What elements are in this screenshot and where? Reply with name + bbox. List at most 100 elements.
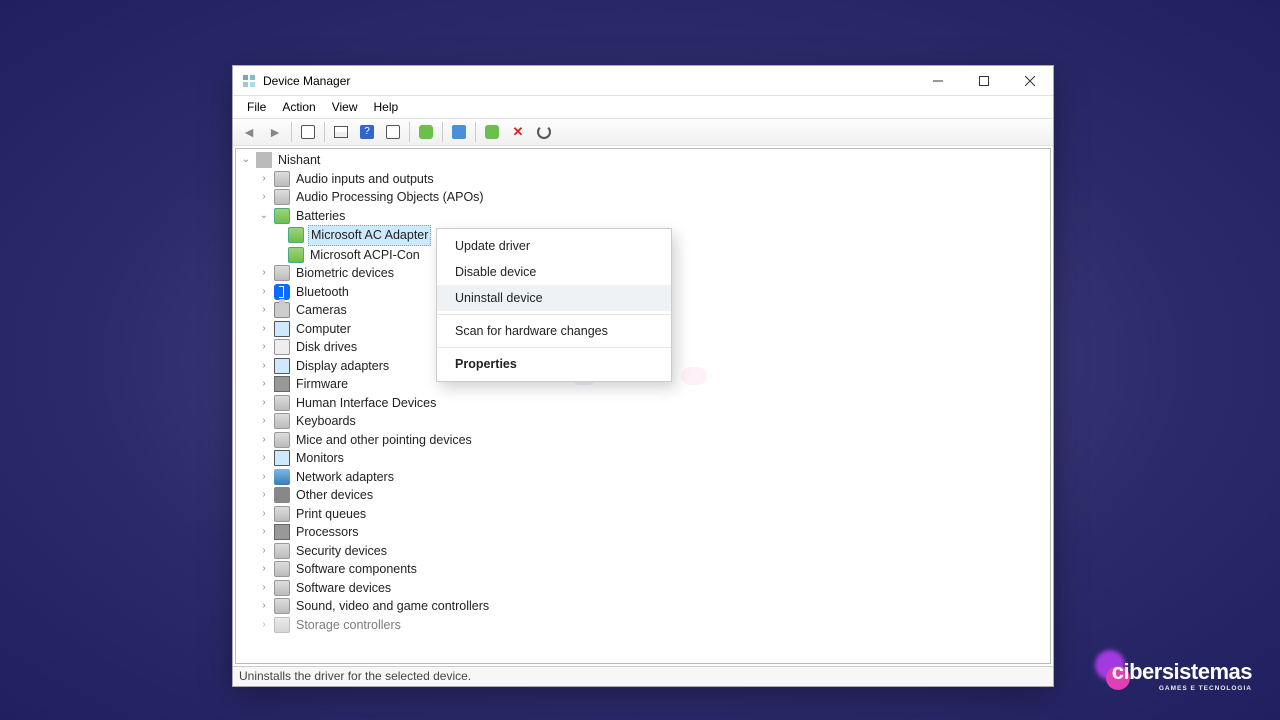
device-tree-container: ⌄ Nishant › Audio inputs and outputs › A… bbox=[235, 148, 1051, 664]
chevron-right-icon[interactable]: › bbox=[258, 267, 270, 279]
chevron-right-icon[interactable]: › bbox=[258, 600, 270, 612]
tree-category[interactable]: ›Other devices bbox=[240, 486, 1050, 505]
monitor-icon bbox=[274, 450, 290, 466]
chevron-right-icon[interactable]: › bbox=[258, 471, 270, 483]
tree-root[interactable]: ⌄ Nishant bbox=[240, 151, 1050, 170]
battery-icon bbox=[288, 247, 304, 263]
update-driver-toolbar-button[interactable] bbox=[414, 121, 438, 143]
scan-hardware-toolbar-button[interactable] bbox=[447, 121, 471, 143]
chevron-right-icon[interactable]: › bbox=[258, 582, 270, 594]
network-icon bbox=[274, 469, 290, 485]
chevron-right-icon[interactable]: › bbox=[258, 341, 270, 353]
menu-view[interactable]: View bbox=[324, 98, 366, 116]
processor-icon bbox=[274, 524, 290, 540]
uninstall-device-toolbar-button[interactable]: ✕ bbox=[506, 121, 530, 143]
tree-category[interactable]: ›Sound, video and game controllers bbox=[240, 597, 1050, 616]
tree-category[interactable]: ›Monitors bbox=[240, 449, 1050, 468]
chevron-down-icon[interactable]: ⌄ bbox=[258, 210, 270, 222]
show-hide-tree-button[interactable] bbox=[296, 121, 320, 143]
enable-icon bbox=[485, 125, 499, 139]
toolbar-sep bbox=[475, 122, 476, 142]
tree-category[interactable]: ›Mice and other pointing devices bbox=[240, 431, 1050, 450]
scan-changes-toolbar-button[interactable] bbox=[532, 121, 556, 143]
printer-icon bbox=[274, 506, 290, 522]
tree-category[interactable]: › Audio inputs and outputs bbox=[240, 170, 1050, 189]
chevron-down-icon[interactable]: ⌄ bbox=[240, 154, 252, 166]
properties-icon bbox=[334, 126, 348, 138]
tree-category[interactable]: ›Human Interface Devices bbox=[240, 394, 1050, 413]
tree-category[interactable]: ›Print queues bbox=[240, 505, 1050, 524]
chevron-right-icon[interactable]: › bbox=[258, 415, 270, 427]
menu-help[interactable]: Help bbox=[366, 98, 407, 116]
titlebar[interactable]: Device Manager bbox=[233, 66, 1053, 96]
chevron-right-icon[interactable]: › bbox=[258, 526, 270, 538]
chevron-right-icon[interactable]: › bbox=[258, 304, 270, 316]
device-tree[interactable]: ⌄ Nishant › Audio inputs and outputs › A… bbox=[236, 149, 1050, 636]
tree-category[interactable]: ›Network adapters bbox=[240, 468, 1050, 487]
ctx-separator bbox=[437, 314, 671, 315]
chevron-right-icon[interactable]: › bbox=[258, 397, 270, 409]
maximize-button[interactable] bbox=[961, 66, 1007, 96]
tree-category-batteries[interactable]: ⌄ Batteries bbox=[240, 207, 1050, 226]
ctx-scan-hardware[interactable]: Scan for hardware changes bbox=[437, 318, 671, 344]
update-icon bbox=[419, 125, 433, 139]
chevron-right-icon[interactable]: › bbox=[258, 619, 270, 631]
refresh-icon bbox=[537, 125, 551, 139]
other-icon bbox=[274, 487, 290, 503]
status-bar: Uninstalls the driver for the selected d… bbox=[233, 666, 1053, 686]
ctx-properties[interactable]: Properties bbox=[437, 351, 671, 377]
brand-tagline: GAMES E TECNOLOGIA bbox=[1112, 685, 1252, 692]
uninstall-x-icon: ✕ bbox=[513, 124, 524, 140]
device-manager-window: Device Manager File Action View Help ◄ ►… bbox=[232, 65, 1054, 687]
chevron-right-icon[interactable]: › bbox=[258, 378, 270, 390]
tree-category[interactable]: ›Software devices bbox=[240, 579, 1050, 598]
forward-button[interactable]: ► bbox=[263, 121, 287, 143]
menu-file[interactable]: File bbox=[239, 98, 274, 116]
app-icon bbox=[241, 73, 257, 89]
tree-category[interactable]: ›Security devices bbox=[240, 542, 1050, 561]
minimize-button[interactable] bbox=[915, 66, 961, 96]
security-icon bbox=[274, 543, 290, 559]
ctx-update-driver[interactable]: Update driver bbox=[437, 233, 671, 259]
biometric-icon bbox=[274, 265, 290, 281]
audio-icon bbox=[274, 189, 290, 205]
sound-icon bbox=[274, 598, 290, 614]
chevron-right-icon[interactable]: › bbox=[258, 434, 270, 446]
ctx-separator bbox=[437, 347, 671, 348]
tree-category[interactable]: ›Storage controllers bbox=[240, 616, 1050, 635]
chevron-right-icon[interactable]: › bbox=[258, 508, 270, 520]
close-button[interactable] bbox=[1007, 66, 1053, 96]
tree-category[interactable]: ›Keyboards bbox=[240, 412, 1050, 431]
chevron-right-icon[interactable]: › bbox=[258, 545, 270, 557]
root-label: Nishant bbox=[276, 151, 322, 170]
properties-toolbar-button[interactable] bbox=[329, 121, 353, 143]
software-icon bbox=[274, 580, 290, 596]
storage-icon bbox=[274, 617, 290, 633]
monitor-icon bbox=[452, 125, 466, 139]
back-button[interactable]: ◄ bbox=[237, 121, 261, 143]
enable-device-toolbar-button[interactable] bbox=[480, 121, 504, 143]
chevron-right-icon[interactable]: › bbox=[258, 563, 270, 575]
toolbar-sep bbox=[324, 122, 325, 142]
chevron-right-icon[interactable]: › bbox=[258, 323, 270, 335]
chevron-right-icon[interactable]: › bbox=[258, 173, 270, 185]
status-text: Uninstalls the driver for the selected d… bbox=[239, 669, 471, 683]
chevron-right-icon[interactable]: › bbox=[258, 452, 270, 464]
computer-icon bbox=[256, 152, 272, 168]
tree-category[interactable]: ›Processors bbox=[240, 523, 1050, 542]
arrow-right-icon: ► bbox=[268, 124, 282, 140]
toolbar-button[interactable] bbox=[381, 121, 405, 143]
display-icon bbox=[274, 358, 290, 374]
ctx-disable-device[interactable]: Disable device bbox=[437, 259, 671, 285]
mouse-icon bbox=[274, 432, 290, 448]
help-toolbar-button[interactable]: ? bbox=[355, 121, 379, 143]
computer-icon bbox=[274, 321, 290, 337]
chevron-right-icon[interactable]: › bbox=[258, 191, 270, 203]
menu-action[interactable]: Action bbox=[274, 98, 323, 116]
ctx-uninstall-device[interactable]: Uninstall device bbox=[437, 285, 671, 311]
chevron-right-icon[interactable]: › bbox=[258, 489, 270, 501]
tree-category[interactable]: › Audio Processing Objects (APOs) bbox=[240, 188, 1050, 207]
chevron-right-icon[interactable]: › bbox=[258, 360, 270, 372]
tree-category[interactable]: ›Software components bbox=[240, 560, 1050, 579]
chevron-right-icon[interactable]: › bbox=[258, 286, 270, 298]
